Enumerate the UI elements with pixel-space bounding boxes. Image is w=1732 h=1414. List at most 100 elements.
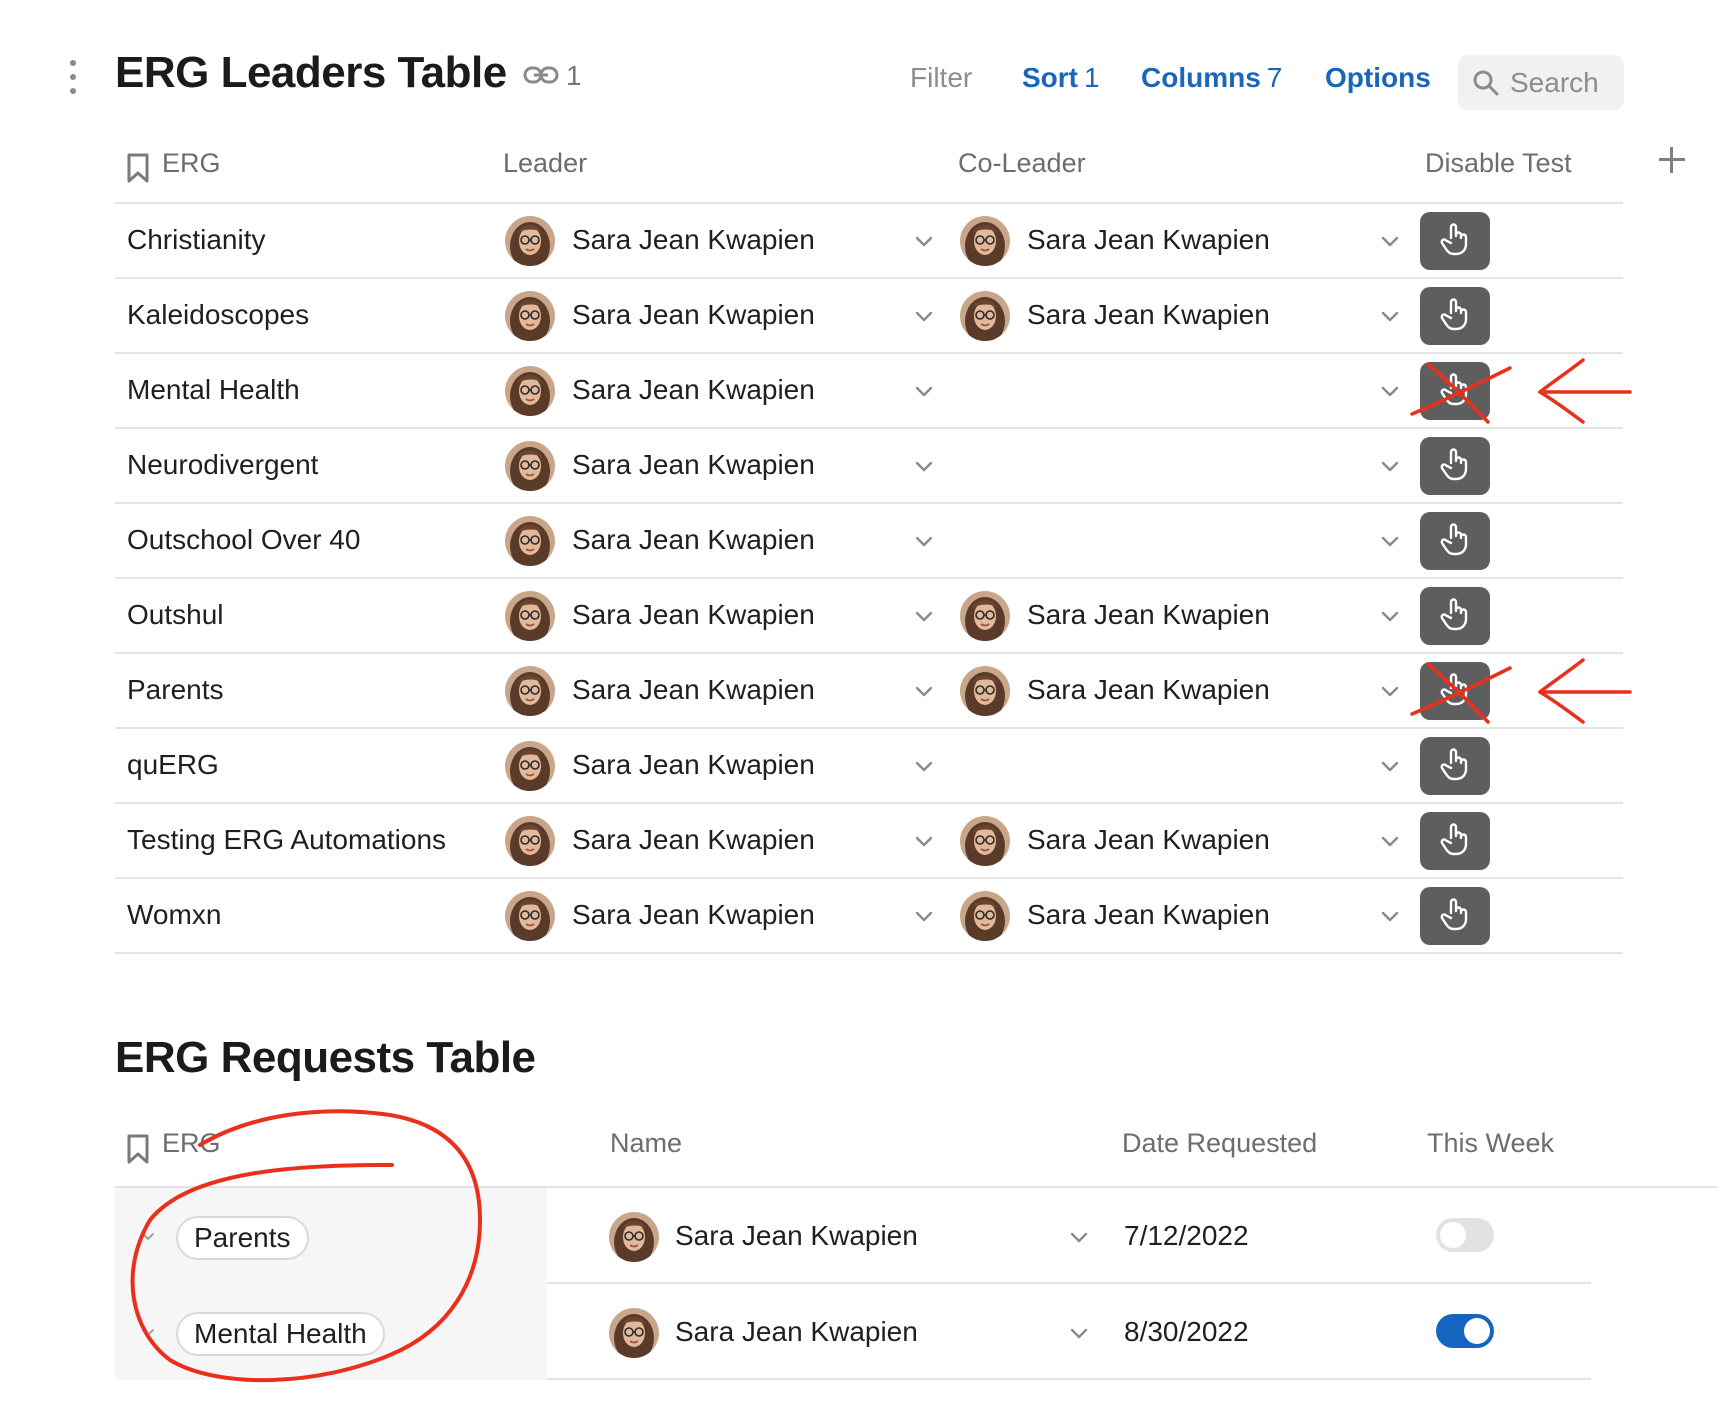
options-button[interactable]: Options xyxy=(1325,62,1431,94)
disable-test-button[interactable] xyxy=(1420,812,1490,870)
disable-test-button[interactable] xyxy=(1420,362,1490,420)
table-row[interactable]: Mental Health Sara Jean Kwapien xyxy=(115,354,1632,429)
chevron-down-icon[interactable] xyxy=(915,760,933,772)
co-leader-name[interactable]: Sara Jean Kwapien xyxy=(1027,224,1270,256)
columns-button[interactable]: Columns 7 xyxy=(1141,62,1282,94)
column-header-date-requested[interactable]: Date Requested xyxy=(1122,1128,1317,1159)
sort-button[interactable]: Sort 1 xyxy=(1022,62,1100,94)
co-leader-name[interactable]: Sara Jean Kwapien xyxy=(1027,674,1270,706)
disable-test-button[interactable] xyxy=(1420,737,1490,795)
leader-name[interactable]: Sara Jean Kwapien xyxy=(572,899,815,931)
erg-cell[interactable]: Parents xyxy=(127,674,224,706)
chevron-down-icon[interactable] xyxy=(915,385,933,397)
hand-pointer-icon xyxy=(1440,447,1470,486)
erg-cell[interactable]: Outshul xyxy=(127,599,224,631)
column-header-this-week[interactable]: This Week xyxy=(1427,1128,1554,1159)
disable-test-button[interactable] xyxy=(1420,437,1490,495)
erg-cell[interactable]: Outschool Over 40 xyxy=(127,524,360,556)
chevron-down-icon[interactable] xyxy=(915,685,933,697)
leader-name[interactable]: Sara Jean Kwapien xyxy=(572,449,815,481)
column-header-erg[interactable]: ERG xyxy=(162,1128,221,1159)
erg-cell[interactable]: Kaleidoscopes xyxy=(127,299,309,331)
link-icon[interactable] xyxy=(523,62,559,90)
date-requested[interactable]: 8/30/2022 xyxy=(1124,1316,1249,1348)
co-leader-name[interactable]: Sara Jean Kwapien xyxy=(1027,299,1270,331)
table-row[interactable]: Parents Sara Jean Kwapien 7/12/2022 xyxy=(0,1188,1732,1284)
chevron-down-icon[interactable] xyxy=(1381,535,1399,547)
disable-test-button[interactable] xyxy=(1420,287,1490,345)
table-row[interactable]: Testing ERG Automations Sara Jean Kwapien… xyxy=(115,804,1623,879)
chevron-down-icon[interactable] xyxy=(915,610,933,622)
column-header-leader[interactable]: Leader xyxy=(503,148,587,179)
chevron-down-icon[interactable] xyxy=(1381,310,1399,322)
disable-test-button[interactable] xyxy=(1420,587,1490,645)
table-row[interactable]: Outschool Over 40 Sara Jean Kwapien xyxy=(115,504,1623,579)
co-leader-name[interactable]: Sara Jean Kwapien xyxy=(1027,824,1270,856)
search-input[interactable]: Search xyxy=(1458,55,1624,110)
requester-name[interactable]: Sara Jean Kwapien xyxy=(675,1316,918,1348)
more-options-icon[interactable] xyxy=(66,60,80,94)
chevron-down-icon[interactable] xyxy=(1070,1327,1088,1339)
column-header-disable-test[interactable]: Disable Test xyxy=(1425,148,1572,179)
date-requested[interactable]: 7/12/2022 xyxy=(1124,1220,1249,1252)
disable-test-button[interactable] xyxy=(1420,212,1490,270)
co-leader-name[interactable]: Sara Jean Kwapien xyxy=(1027,599,1270,631)
column-header-erg[interactable]: ERG xyxy=(162,148,221,179)
leader-name[interactable]: Sara Jean Kwapien xyxy=(572,374,815,406)
erg-cell[interactable]: Parents xyxy=(115,1188,547,1284)
erg-cell[interactable]: quERG xyxy=(127,749,219,781)
chevron-down-icon[interactable] xyxy=(1381,760,1399,772)
add-column-plus-icon[interactable] xyxy=(1656,144,1688,176)
erg-cell[interactable]: Testing ERG Automations xyxy=(127,824,446,856)
column-header-co-leader[interactable]: Co-Leader xyxy=(958,148,1086,179)
table-row[interactable]: Parents Sara Jean Kwapien Sara Jean Kwapie… xyxy=(115,654,1632,729)
chevron-down-icon[interactable] xyxy=(1381,385,1399,397)
disable-test-button[interactable] xyxy=(1420,662,1490,720)
chevron-down-icon[interactable] xyxy=(915,535,933,547)
chevron-down-icon[interactable] xyxy=(915,910,933,922)
chevron-down-icon[interactable] xyxy=(1381,685,1399,697)
leader-name[interactable]: Sara Jean Kwapien xyxy=(572,749,815,781)
erg-cell[interactable]: Mental Health xyxy=(115,1284,547,1380)
leader-name[interactable]: Sara Jean Kwapien xyxy=(572,824,815,856)
erg-cell[interactable]: Mental Health xyxy=(127,374,300,406)
table-row[interactable]: Mental Health Sara Jean Kwapien 8/30/2022 xyxy=(0,1284,1732,1380)
table-row[interactable]: Womxn Sara Jean Kwapien Sara Jean Kwapien xyxy=(115,879,1623,954)
erg-tag[interactable]: Mental Health xyxy=(176,1312,385,1356)
erg-cell[interactable]: Neurodivergent xyxy=(127,449,318,481)
leader-name[interactable]: Sara Jean Kwapien xyxy=(572,599,815,631)
chevron-down-icon[interactable] xyxy=(141,1232,155,1242)
erg-tag[interactable]: Parents xyxy=(176,1216,309,1260)
chevron-down-icon[interactable] xyxy=(1381,460,1399,472)
chevron-down-icon[interactable] xyxy=(915,460,933,472)
table-row[interactable]: Outshul Sara Jean Kwapien Sara Jean Kwapie… xyxy=(115,579,1623,654)
leader-name[interactable]: Sara Jean Kwapien xyxy=(572,524,815,556)
chevron-down-icon[interactable] xyxy=(1381,610,1399,622)
chevron-down-icon[interactable] xyxy=(1381,910,1399,922)
disable-test-button[interactable] xyxy=(1420,887,1490,945)
table-row[interactable]: Neurodivergent Sara Jean Kwapien xyxy=(115,429,1623,504)
toggle-knob xyxy=(1464,1318,1490,1344)
disable-test-button[interactable] xyxy=(1420,512,1490,570)
chevron-down-icon[interactable] xyxy=(1070,1231,1088,1243)
table-row[interactable]: quERG Sara Jean Kwapien xyxy=(115,729,1623,804)
chevron-down-icon[interactable] xyxy=(915,235,933,247)
chevron-down-icon[interactable] xyxy=(915,310,933,322)
table-row[interactable]: Christianity Sara Jean Kwapien Sara Jean K… xyxy=(115,204,1623,279)
chevron-down-icon[interactable] xyxy=(915,835,933,847)
table-row[interactable]: Kaleidoscopes Sara Jean Kwapien Sara Jean … xyxy=(115,279,1623,354)
chevron-down-icon[interactable] xyxy=(1381,235,1399,247)
filter-button[interactable]: Filter xyxy=(910,62,972,94)
co-leader-name[interactable]: Sara Jean Kwapien xyxy=(1027,899,1270,931)
this-week-toggle[interactable] xyxy=(1436,1218,1494,1252)
column-header-name[interactable]: Name xyxy=(610,1128,682,1159)
this-week-toggle[interactable] xyxy=(1436,1314,1494,1348)
leader-name[interactable]: Sara Jean Kwapien xyxy=(572,224,815,256)
chevron-down-icon[interactable] xyxy=(141,1328,155,1338)
requester-name[interactable]: Sara Jean Kwapien xyxy=(675,1220,918,1252)
chevron-down-icon[interactable] xyxy=(1381,835,1399,847)
leader-name[interactable]: Sara Jean Kwapien xyxy=(572,674,815,706)
erg-cell[interactable]: Christianity xyxy=(127,224,265,256)
leader-name[interactable]: Sara Jean Kwapien xyxy=(572,299,815,331)
erg-cell[interactable]: Womxn xyxy=(127,899,221,931)
